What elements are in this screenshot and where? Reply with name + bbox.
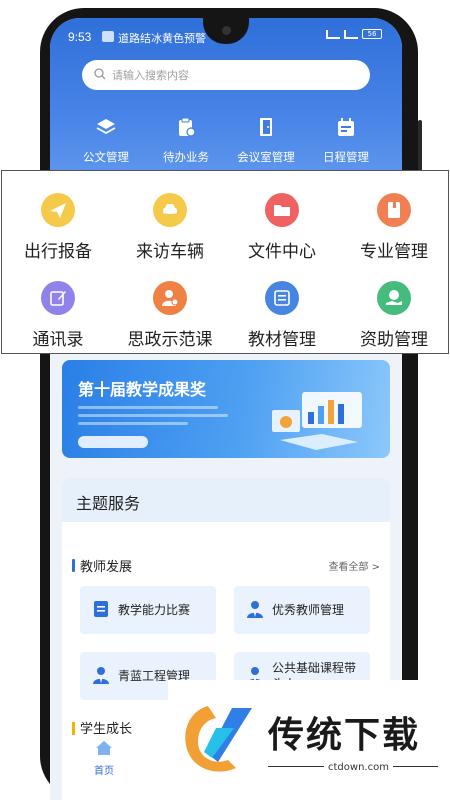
banner-text-line [78,406,218,409]
view-all-link[interactable]: 查看全部 > [328,558,380,573]
quick-item-schedule[interactable]: 日程管理 [306,116,386,165]
banner-text-line [78,422,188,425]
section-title: 主题服务 [76,494,141,513]
notification-icon [102,31,114,42]
phone-volume-button [418,120,422,176]
grid-item-8[interactable]: 资助管理 [338,281,450,350]
search-icon [94,68,106,80]
person-icon [93,667,109,684]
status-right-icons: 56 [326,29,382,39]
grid-item-label: 出行报备 [24,242,92,262]
brand-logo-icon [185,706,252,772]
watermark: 传统下载 ctdown.com [168,680,450,800]
feature-grid: 出行报备 来访车辆 文件中心 专业管理通讯录 思政示范课 教材管理 资助管理 [2,171,450,355]
clipboard-icon [179,117,196,137]
grid-item-label: 文件中心 [248,242,316,262]
section-header: 主题服务 [62,478,390,522]
grid-item-6[interactable]: 思政示范课 [114,281,226,350]
status-notification: 道路结冰黄色预警 [118,32,206,45]
student-growth-title: 学生成长 [80,722,133,737]
grid-item-label: 教材管理 [248,330,316,350]
quick-item-document[interactable]: 公文管理 [66,116,146,165]
promo-banner[interactable]: 第十届教学成果奖 [62,360,390,458]
grid-item-5[interactable]: 通讯录 [2,281,114,350]
paper-plane-icon [41,193,75,227]
grid-item-label: 来访车辆 [136,242,204,262]
book-icon [377,193,411,227]
grid-item-2[interactable]: 来访车辆 [114,193,226,262]
home-icon [96,741,112,755]
grid-item-4[interactable]: 专业管理 [338,193,450,262]
money-hand-icon [377,281,411,315]
grid-item-3[interactable]: 文件中心 [226,193,338,262]
document-icon [94,601,108,617]
screenshot-stage: 9:53 道路结冰黄色预警 56 公文管理 [0,0,450,800]
banner-detail-button[interactable] [78,436,148,448]
section-accent-bar [72,559,75,572]
quick-item-label: 待办业务 [163,150,209,164]
quick-item-label: 公文管理 [83,150,129,164]
section-accent-bar [72,722,75,735]
grid-item-1[interactable]: 出行报备 [2,193,114,262]
banner-text-line [78,414,228,417]
signal-icon [326,29,340,39]
watermark-brand: 传统下载 [268,715,421,756]
banner-illustration [272,392,362,450]
tile-label: 优秀教师管理 [272,603,345,617]
tab-home-label: 首页 [94,766,114,777]
tile-excellent-teacher[interactable]: 优秀教师管理 [234,586,370,634]
teacher-dev-header: 教师发展 查看全部 > [72,556,380,576]
person-icon [247,601,263,618]
student-growth-header: 学生成长 [72,718,132,737]
battery-icon: 56 [362,29,382,39]
edit-note-icon [41,281,75,315]
status-bar: 9:53 道路结冰黄色预警 56 [50,18,402,50]
banner-title: 第十届教学成果奖 [78,380,207,399]
tile-label: 教学能力比赛 [118,603,191,617]
calendar-icon [338,118,354,136]
status-time: 9:53 [68,30,92,44]
grid-item-label: 通讯录 [32,330,84,350]
search-input[interactable] [112,65,352,85]
quick-item-todo[interactable]: 待办业务 [146,116,226,165]
watermark-url: ctdown.com [324,762,393,773]
grid-item-label: 思政示范课 [127,330,213,350]
stack-icon [96,119,116,135]
grid-item-label: 专业管理 [360,242,428,262]
grid-item-label: 资助管理 [360,330,428,350]
person-badge-icon [153,281,187,315]
signal-icon-2 [344,29,358,39]
folder-icon [265,193,299,227]
grid-item-7[interactable]: 教材管理 [226,281,338,350]
quick-item-meeting-room[interactable]: 会议室管理 [226,116,306,165]
tab-home[interactable]: 首页 [74,740,134,777]
quick-item-label: 会议室管理 [237,150,295,164]
tile-teaching-competition[interactable]: 教学能力比赛 [80,586,216,634]
list-icon [265,281,299,315]
quick-item-label: 日程管理 [323,150,369,164]
door-icon [260,118,272,136]
car-icon [153,193,187,227]
search-bar[interactable] [82,60,370,90]
teacher-dev-title: 教师发展 [80,560,133,575]
quick-menu-row: 公文管理 待办业务 会议室管理 日程管理 [66,116,386,165]
feature-grid-overlay: 出行报备 来访车辆 文件中心 专业管理通讯录 思政示范课 教材管理 资助管理 [1,170,449,354]
